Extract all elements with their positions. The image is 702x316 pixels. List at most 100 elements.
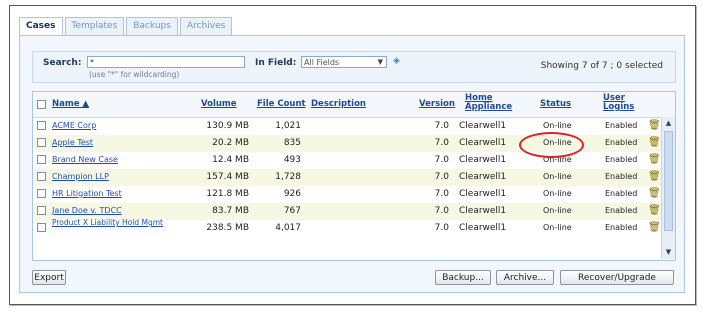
info-diamond-icon[interactable]: ◈ (393, 56, 400, 66)
cell-volume: 238.5 MB (206, 223, 249, 233)
trash-icon[interactable]: 🗑 (648, 188, 661, 199)
table-header: Name ▲ Volume File Count Description Ver… (33, 92, 675, 118)
case-name-link[interactable]: Product X Liability Hold Mgmt (52, 219, 172, 227)
cell-home-appliance: Clearwell1 (459, 121, 507, 131)
tab-archives[interactable]: Archives (179, 17, 233, 35)
cell-file-count: 926 (283, 189, 301, 199)
cell-file-count: 767 (283, 206, 301, 216)
cell-home-appliance: Clearwell1 (459, 138, 507, 148)
cell-volume: 157.4 MB (206, 172, 249, 182)
tab-cases[interactable]: Cases (19, 17, 63, 36)
table-scrollbar[interactable]: ▲ ▼ (661, 117, 675, 259)
search-hint: (use "*" for wildcarding) (89, 70, 180, 79)
cell-home-appliance: Clearwell1 (459, 189, 507, 199)
column-name[interactable]: Name ▲ (52, 100, 89, 109)
cell-version: 7.0 (434, 138, 449, 148)
trash-icon[interactable]: 🗑 (648, 120, 661, 131)
table-row[interactable]: Brand New Case 12.4 MB 493 7.0 Clearwell1 On-… (33, 152, 661, 169)
scroll-up-icon[interactable]: ▲ (663, 118, 674, 129)
case-name-link[interactable]: Apple Test (52, 138, 93, 147)
case-name-link[interactable]: ACME Corp (52, 121, 96, 130)
cell-volume: 130.9 MB (206, 121, 249, 131)
case-name-link[interactable]: Brand New Case (52, 155, 118, 164)
trash-icon[interactable]: 🗑 (648, 137, 661, 148)
cell-volume: 20.2 MB (212, 138, 249, 148)
table-row[interactable]: Apple Test 20.2 MB 835 7.0 Clearwell1 On-line… (33, 135, 661, 152)
table-row[interactable]: Product X Liability Hold Mgmt 238.5 MB 4,0… (33, 219, 661, 237)
column-volume[interactable]: Volume (201, 100, 237, 109)
row-checkbox[interactable] (37, 206, 46, 215)
trash-icon[interactable]: 🗑 (648, 222, 661, 233)
cell-status: On-line (543, 189, 572, 198)
cell-status: On-line (543, 121, 572, 130)
cell-status: On-line (543, 206, 572, 215)
cell-status: On-line (543, 223, 572, 232)
cell-version: 7.0 (434, 206, 449, 216)
search-label: Search: (43, 58, 82, 68)
case-name-link[interactable]: HR Litigation Test (52, 189, 122, 198)
cell-file-count: 1,021 (275, 121, 301, 131)
tab-templates[interactable]: Templates (64, 17, 125, 35)
export-button[interactable]: Export (32, 270, 66, 285)
cell-version: 7.0 (434, 223, 449, 233)
cell-version: 7.0 (434, 189, 449, 199)
in-field-select[interactable]: All Fields ▼ (301, 56, 387, 68)
select-all-checkbox[interactable] (37, 100, 46, 109)
cell-status: On-line (543, 172, 572, 181)
column-home-appliance[interactable]: Home Appliance (465, 94, 513, 112)
column-user-logins[interactable]: User Logins (603, 94, 641, 112)
cell-file-count: 1,728 (275, 172, 301, 182)
cell-user-logins: Enabled (605, 206, 638, 215)
cell-user-logins: Enabled (605, 155, 638, 164)
cell-file-count: 4,017 (275, 223, 301, 233)
cell-volume: 83.7 MB (212, 206, 249, 216)
cell-home-appliance: Clearwell1 (459, 223, 507, 233)
recover-upgrade-button[interactable]: Recover/Upgrade (560, 270, 674, 285)
search-bar: Search: * (use "*" for wildcarding) In F… (32, 51, 676, 83)
case-name-link[interactable]: Champion LLP (52, 172, 109, 181)
scroll-down-icon[interactable]: ▼ (663, 247, 674, 258)
tab-backups[interactable]: Backups (126, 17, 178, 35)
trash-icon[interactable]: 🗑 (648, 205, 661, 216)
column-description[interactable]: Description (311, 100, 366, 109)
cell-user-logins: Enabled (605, 138, 638, 147)
cell-status: On-line (543, 155, 572, 164)
row-checkbox[interactable] (37, 189, 46, 198)
scroll-thumb[interactable] (664, 131, 673, 231)
search-input[interactable]: * (87, 56, 245, 68)
cases-table: Name ▲ Volume File Count Description Ver… (32, 91, 676, 261)
cell-volume: 12.4 MB (212, 155, 249, 165)
cell-home-appliance: Clearwell1 (459, 155, 507, 165)
selection-status: Showing 7 of 7 ; 0 selected (540, 61, 663, 71)
column-status[interactable]: Status (540, 100, 571, 109)
cell-version: 7.0 (434, 121, 449, 131)
cell-file-count: 835 (283, 138, 301, 148)
trash-icon[interactable]: 🗑 (648, 171, 661, 182)
cell-version: 7.0 (434, 172, 449, 182)
table-row[interactable]: HR Litigation Test 121.8 MB 926 7.0 Clearwel… (33, 186, 661, 203)
row-checkbox[interactable] (37, 121, 46, 130)
table-row[interactable]: ACME Corp 130.9 MB 1,021 7.0 Clearwell1 On-li… (33, 118, 661, 135)
cell-home-appliance: Clearwell1 (459, 206, 507, 216)
archive-button[interactable]: Archive... (496, 270, 554, 285)
cell-user-logins: Enabled (605, 172, 638, 181)
in-field-label: In Field: (255, 58, 297, 68)
case-name-link[interactable]: Jane Doe v. TDCC (52, 206, 122, 215)
cell-file-count: 493 (283, 155, 301, 165)
backup-button[interactable]: Backup... (435, 270, 491, 285)
row-checkbox[interactable] (37, 223, 46, 232)
trash-icon[interactable]: 🗑 (648, 154, 661, 165)
tab-bar: Cases Templates Backups Archives (19, 17, 234, 36)
cell-user-logins: Enabled (605, 121, 638, 130)
row-checkbox[interactable] (37, 155, 46, 164)
table-row[interactable]: Champion LLP 157.4 MB 1,728 7.0 Clearwell1 On… (33, 169, 661, 186)
column-file-count[interactable]: File Count (257, 100, 306, 109)
cell-home-appliance: Clearwell1 (459, 172, 507, 182)
in-field-value: All Fields (304, 58, 340, 67)
column-version[interactable]: Version (419, 100, 455, 109)
row-checkbox[interactable] (37, 138, 46, 147)
cell-user-logins: Enabled (605, 189, 638, 198)
cell-status: On-line (543, 138, 572, 147)
cell-volume: 121.8 MB (206, 189, 249, 199)
row-checkbox[interactable] (37, 172, 46, 181)
